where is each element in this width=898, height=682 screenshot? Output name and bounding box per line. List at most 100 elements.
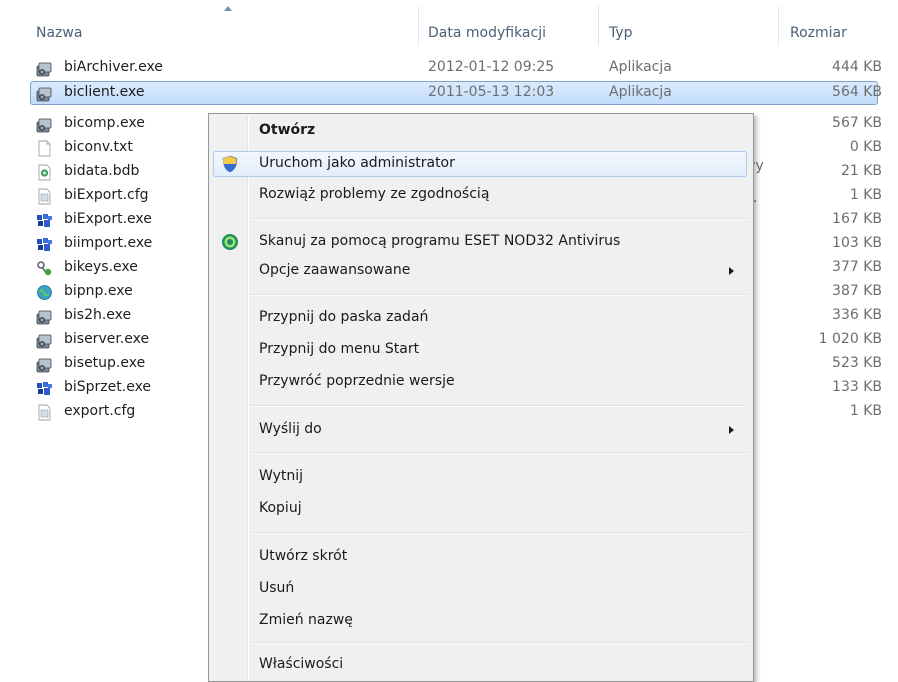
menu-item-run-as-admin[interactable]: Uruchom jako administrator bbox=[211, 151, 751, 177]
column-divider[interactable] bbox=[598, 6, 599, 46]
column-divider[interactable] bbox=[418, 6, 419, 46]
menu-item-create-shortcut[interactable]: Utwórz skrót bbox=[211, 544, 751, 570]
menu-item-properties[interactable]: Właściwości bbox=[211, 652, 751, 678]
file-date: 2011-05-13 12:03 bbox=[428, 84, 555, 100]
menu-item-label: Przywróć poprzednie wersje bbox=[259, 373, 455, 389]
menu-item-pin-taskbar[interactable]: Przypnij do paska zadań bbox=[211, 305, 751, 331]
menu-item-troubleshoot[interactable]: Rozwiąż problemy ze zgodnością bbox=[211, 182, 751, 208]
column-size[interactable]: Rozmiar bbox=[790, 0, 847, 48]
eset-antivirus-icon bbox=[221, 233, 239, 251]
exe-icon bbox=[36, 356, 53, 373]
sort-ascending-icon bbox=[224, 6, 232, 11]
file-name: bisetup.exe bbox=[64, 355, 146, 371]
column-divider[interactable] bbox=[778, 6, 779, 46]
menu-item-label: Kopiuj bbox=[259, 500, 302, 516]
file-name: biserver.exe bbox=[64, 331, 150, 347]
file-size: 567 KB bbox=[832, 115, 882, 131]
file-size: 444 KB bbox=[832, 59, 882, 75]
menu-item-label: Otwórz bbox=[259, 122, 316, 138]
file-size: 167 KB bbox=[832, 211, 882, 227]
blue-app-icon bbox=[36, 236, 53, 253]
file-row[interactable]: biArchiver.exe 2012-01-12 09:25 Aplikacja 4… bbox=[0, 56, 898, 81]
database-file-icon bbox=[36, 164, 53, 181]
blue-app-icon bbox=[36, 380, 53, 397]
text-file-icon bbox=[36, 140, 53, 157]
config-file-icon bbox=[36, 188, 53, 205]
exe-icon bbox=[36, 116, 53, 133]
file-type: Aplikacja bbox=[609, 84, 672, 100]
blue-app-icon bbox=[36, 212, 53, 229]
file-size: 1 020 KB bbox=[818, 331, 882, 347]
file-name: bicomp.exe bbox=[64, 115, 145, 131]
file-type: Aplikacja bbox=[609, 59, 672, 75]
menu-item-label: Przypnij do menu Start bbox=[259, 341, 420, 357]
uac-shield-icon bbox=[221, 155, 239, 173]
file-name: biArchiver.exe bbox=[64, 59, 163, 75]
file-size: 523 KB bbox=[832, 355, 882, 371]
column-type[interactable]: Typ bbox=[609, 0, 633, 48]
menu-separator bbox=[251, 532, 747, 534]
keys-app-icon bbox=[36, 260, 53, 277]
menu-item-label: Opcje zaawansowane bbox=[259, 262, 411, 278]
menu-item-label: Właściwości bbox=[259, 656, 344, 672]
exe-icon bbox=[36, 85, 53, 102]
menu-separator bbox=[251, 642, 747, 644]
file-size: 1 KB bbox=[849, 187, 882, 203]
exe-icon bbox=[36, 60, 53, 77]
column-header: Nazwa Data modyfikacji Typ Rozmiar bbox=[0, 0, 898, 48]
menu-item-delete[interactable]: Usuń bbox=[211, 576, 751, 602]
file-size: 377 KB bbox=[832, 259, 882, 275]
file-size: 133 KB bbox=[832, 379, 882, 395]
menu-item-copy[interactable]: Kopiuj bbox=[211, 496, 751, 522]
file-name: biSprzet.exe bbox=[64, 379, 152, 395]
menu-item-advanced-options[interactable]: Opcje zaawansowane bbox=[211, 258, 751, 284]
exe-icon bbox=[36, 332, 53, 349]
file-name: biExport.exe bbox=[64, 211, 152, 227]
file-name: export.cfg bbox=[64, 403, 136, 419]
menu-separator bbox=[251, 294, 747, 296]
menu-item-scan-eset[interactable]: Skanuj za pomocą programu ESET NOD32 Ant… bbox=[211, 229, 751, 255]
menu-item-label: Przypnij do paska zadań bbox=[259, 309, 429, 325]
menu-item-pin-start[interactable]: Przypnij do menu Start bbox=[211, 337, 751, 363]
submenu-arrow-icon bbox=[729, 267, 734, 275]
menu-item-label: Utwórz skrót bbox=[259, 548, 348, 564]
file-size: 103 KB bbox=[832, 235, 882, 251]
file-name: biExport.cfg bbox=[64, 187, 149, 203]
menu-item-label: Usuń bbox=[259, 580, 295, 596]
file-size: 1 KB bbox=[849, 403, 882, 419]
column-name[interactable]: Nazwa bbox=[36, 0, 82, 48]
menu-separator bbox=[251, 218, 747, 220]
menu-separator bbox=[251, 452, 747, 454]
column-date[interactable]: Data modyfikacji bbox=[428, 0, 546, 48]
menu-item-label: Wyślij do bbox=[259, 421, 322, 437]
menu-item-rename[interactable]: Zmień nazwę bbox=[211, 608, 751, 634]
file-size: 21 KB bbox=[840, 163, 882, 179]
file-name: bikeys.exe bbox=[64, 259, 138, 275]
file-name: biconv.txt bbox=[64, 139, 133, 155]
file-explorer: Nazwa Data modyfikacji Typ Rozmiar biArc… bbox=[0, 0, 898, 682]
file-size: 336 KB bbox=[832, 307, 882, 323]
menu-separator bbox=[251, 405, 747, 407]
file-name: biclient.exe bbox=[64, 84, 145, 100]
menu-item-restore-previous[interactable]: Przywróć poprzednie wersje bbox=[211, 369, 751, 395]
menu-item-open[interactable]: Otwórz bbox=[211, 118, 751, 144]
menu-item-label: Wytnij bbox=[259, 468, 304, 484]
file-size: 0 KB bbox=[849, 139, 882, 155]
menu-item-label: Skanuj za pomocą programu ESET NOD32 Ant… bbox=[259, 233, 621, 249]
menu-item-cut[interactable]: Wytnij bbox=[211, 464, 751, 490]
file-size: 564 KB bbox=[832, 84, 882, 100]
submenu-arrow-icon bbox=[729, 426, 734, 434]
file-name: bis2h.exe bbox=[64, 307, 132, 323]
file-name: bipnp.exe bbox=[64, 283, 133, 299]
exe-icon bbox=[36, 308, 53, 325]
file-name: bidata.bdb bbox=[64, 163, 140, 179]
menu-item-label: Uruchom jako administrator bbox=[259, 155, 455, 171]
config-file-icon bbox=[36, 404, 53, 421]
menu-item-label: Zmień nazwę bbox=[259, 612, 353, 628]
menu-item-label: Rozwiąż problemy ze zgodnością bbox=[259, 186, 490, 202]
globe-app-icon bbox=[36, 284, 53, 301]
file-row[interactable]: biclient.exe 2011-05-13 12:03 Aplikacja 564… bbox=[0, 81, 898, 106]
menu-item-send-to[interactable]: Wyślij do bbox=[211, 417, 751, 443]
file-name: biimport.exe bbox=[64, 235, 153, 251]
file-date: 2012-01-12 09:25 bbox=[428, 59, 555, 75]
